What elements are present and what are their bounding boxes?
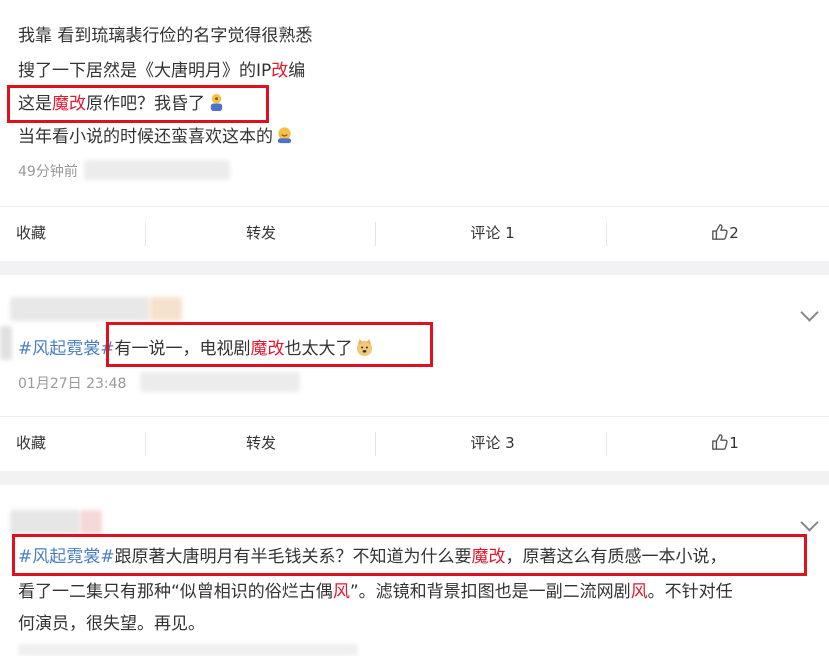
post3-line1-highlight: 魔改 <box>471 547 506 567</box>
post3-line2: 看了一二集只有那种“似曾相识的俗烂古偶风”。滤镜和背景扣图也是一副二流网剧风。不… <box>18 582 733 602</box>
post2-blurred-avatar <box>0 326 12 360</box>
divider <box>145 222 146 246</box>
thumbs-up-icon <box>712 224 728 240</box>
post1-line2-b: 编 <box>288 61 306 81</box>
post3-line2-highlight-1: 风 <box>332 582 350 602</box>
post3-line3: 何演员，很失望。再见。 <box>18 614 205 634</box>
post3-blurred-badge <box>80 510 102 534</box>
post1-line3: 这是魔改原作吧？我昏了 <box>18 93 226 114</box>
dizzy-emoji-icon <box>210 93 223 112</box>
hug-emoji-icon <box>277 127 292 144</box>
thumbs-up-icon <box>712 434 728 450</box>
post1-line1: 我靠 看到琉璃裴行俭的名字觉得很熟悉 <box>18 26 313 46</box>
post3-hashtag[interactable]: #风起霓裳# <box>18 547 115 567</box>
post1-line3-highlight: 魔改 <box>52 94 86 114</box>
divider <box>606 432 607 456</box>
post1-line2: 搜了一下居然是《大唐明月》的IP改编 <box>18 61 305 81</box>
post2-text-a: 有一说一，电视剧 <box>114 339 251 359</box>
post1-line3-a: 这是 <box>18 94 52 114</box>
post2-blurred-badge <box>150 297 182 321</box>
favorite-button-2[interactable]: 收藏 <box>0 417 62 471</box>
chevron-down-icon[interactable] <box>800 513 819 532</box>
section-gap <box>0 261 829 275</box>
post3-line1: #风起霓裳#跟原著大唐明月有半毛钱关系？不知道为什么要魔改，原著这么有质感一本小… <box>18 547 727 567</box>
post2-blurred-username <box>10 297 150 321</box>
post1-blurred-source <box>84 160 230 180</box>
post3-line2-c: 。不针对任 <box>647 582 733 602</box>
post3-blurred-username <box>10 510 80 534</box>
like-count-2: 1 <box>729 434 739 452</box>
divider <box>145 432 146 456</box>
comment-button-1[interactable]: 评论 1 <box>440 207 545 261</box>
like-count-1: 2 <box>729 224 739 242</box>
post2-blurred-source <box>140 372 300 392</box>
post3-line1-b: ，原著这么有质感一本小说， <box>505 547 727 567</box>
post3-blurred-footer <box>18 644 358 656</box>
post3-line2-highlight-2: 风 <box>630 582 648 602</box>
post3-line2-b: ”。滤镜和背景扣图也是一副二流网剧 <box>349 582 631 602</box>
post2-hashtag[interactable]: #风起霓裳# <box>18 339 115 359</box>
like-button-1[interactable]: 2 <box>690 207 760 261</box>
post1-line2-a: 搜了一下居然是《大唐明月》的IP <box>18 61 272 81</box>
post1-time: 49分钟前 <box>18 164 78 180</box>
comment-button-2[interactable]: 评论 3 <box>440 417 545 471</box>
post1-line4-text: 当年看小说的时候还蛮喜欢这本的 <box>18 127 273 147</box>
post2-text-b: 也太大了 <box>284 339 353 359</box>
post2-content: #风起霓裳#有一说一，电视剧魔改也太大了 <box>18 338 374 359</box>
post3-line2-a: 看了一二集只有那种“似曾相识的俗烂古偶 <box>18 582 333 602</box>
chevron-down-icon[interactable] <box>800 303 819 322</box>
action-bar-2: 收藏 转发 评论 3 1 <box>0 416 829 471</box>
post1-line2-highlight: 改 <box>271 61 289 81</box>
divider <box>375 222 376 246</box>
post2-time: 01月27日 23:48 <box>18 376 127 392</box>
post1-line4: 当年看小说的时候还蛮喜欢这本的 <box>18 126 294 147</box>
post2-highlight: 魔改 <box>250 339 285 359</box>
post3-line1-a: 跟原著大唐明月有半毛钱关系？不知道为什么要 <box>114 547 472 567</box>
post1-line3-b: 原作吧？我昏了 <box>86 94 205 114</box>
divider <box>375 432 376 456</box>
favorite-button-1[interactable]: 收藏 <box>0 207 62 261</box>
doge-emoji-icon <box>356 338 372 357</box>
action-bar-1: 收藏 转发 评论 1 2 <box>0 206 829 261</box>
repost-button-1[interactable]: 转发 <box>215 207 307 261</box>
divider <box>606 222 607 246</box>
like-button-2[interactable]: 1 <box>690 417 760 471</box>
repost-button-2[interactable]: 转发 <box>215 417 307 471</box>
section-gap <box>0 471 829 485</box>
